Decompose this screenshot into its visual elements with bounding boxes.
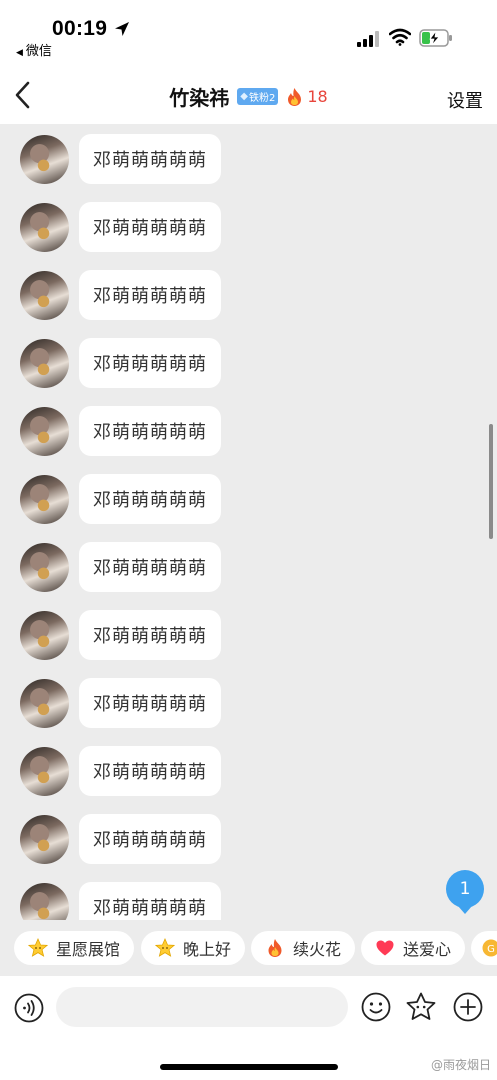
message-row: 邓萌萌萌萌萌 bbox=[20, 746, 280, 796]
message-row: 邓萌萌萌萌萌 bbox=[20, 882, 280, 920]
message-bubble[interactable]: 邓萌萌萌萌萌 bbox=[79, 474, 221, 524]
avatar[interactable] bbox=[20, 407, 69, 456]
diamond-icon: ◆ bbox=[240, 91, 248, 102]
battery-charging-icon bbox=[419, 29, 452, 47]
message-bubble[interactable]: 邓萌萌萌萌萌 bbox=[79, 134, 221, 184]
message-row: 邓萌萌萌萌萌 bbox=[20, 542, 280, 592]
avatar[interactable] bbox=[20, 339, 69, 388]
cellular-signal-icon bbox=[357, 31, 379, 47]
message-row: 邓萌萌萌萌萌 bbox=[20, 202, 280, 252]
avatar[interactable] bbox=[20, 135, 69, 184]
avatar[interactable] bbox=[20, 543, 69, 592]
message-row: 邓萌萌萌萌萌 bbox=[20, 678, 280, 728]
gift-icon: G bbox=[482, 939, 497, 957]
message-bubble[interactable]: 邓萌萌萌萌萌 bbox=[79, 746, 221, 796]
favorite-sticker-icon[interactable] bbox=[405, 991, 437, 1023]
chat-title: 竹染祎 bbox=[169, 86, 230, 110]
message-row: 邓萌萌萌萌萌 bbox=[20, 338, 280, 388]
avatar[interactable] bbox=[20, 611, 69, 660]
message-row: 邓萌萌萌萌萌 bbox=[20, 270, 280, 320]
plus-icon[interactable] bbox=[453, 992, 483, 1022]
message-bubble[interactable]: 邓萌萌萌萌萌 bbox=[79, 406, 221, 456]
message-row: 邓萌萌萌萌萌 bbox=[20, 134, 280, 184]
svg-text:G: G bbox=[487, 944, 495, 955]
settings-button[interactable]: 设置 bbox=[447, 87, 483, 113]
message-bubble[interactable]: 邓萌萌萌萌萌 bbox=[79, 270, 221, 320]
fire-icon bbox=[288, 87, 302, 106]
chat-message-list[interactable]: 邓萌萌萌萌萌 邓萌萌萌萌萌 邓萌萌萌萌萌 邓萌萌萌萌萌 邓萌萌萌萌萌 邓萌萌萌萌萌 邓萌萌萌… bbox=[0, 124, 497, 920]
star-face-icon bbox=[155, 938, 175, 957]
back-triangle-icon: ◀ bbox=[16, 48, 23, 58]
emoji-icon[interactable] bbox=[361, 992, 391, 1022]
back-to-app-link[interactable]: ◀ 微信 bbox=[16, 40, 52, 59]
message-bubble[interactable]: 邓萌萌萌萌萌 bbox=[79, 542, 221, 592]
home-indicator[interactable] bbox=[160, 1064, 338, 1070]
message-bubble[interactable]: 邓萌萌萌萌萌 bbox=[79, 338, 221, 388]
quick-reply-chip[interactable]: 星愿展馆 bbox=[14, 931, 135, 965]
star-face-icon bbox=[28, 938, 48, 957]
message-bubble[interactable]: 邓萌萌萌萌萌 bbox=[79, 814, 221, 864]
status-time: 00:19 bbox=[52, 17, 108, 40]
fire-icon bbox=[268, 939, 282, 957]
fan-badge-label: 铁粉2 bbox=[248, 93, 276, 104]
message-bubble[interactable]: 邓萌萌萌萌萌 bbox=[79, 610, 221, 660]
quick-reply-label: 晚上好 bbox=[183, 940, 232, 959]
chat-header: 竹染祎 ◆ 铁粉2 18 设置 bbox=[0, 66, 497, 124]
message-row: 邓萌萌萌萌萌 bbox=[20, 610, 280, 660]
wifi-icon bbox=[389, 28, 411, 46]
heart-icon bbox=[376, 940, 394, 956]
quick-reply-label: 星愿展馆 bbox=[56, 940, 121, 959]
avatar[interactable] bbox=[20, 815, 69, 864]
message-bubble[interactable]: 邓萌萌萌萌萌 bbox=[79, 882, 221, 920]
message-row: 邓萌萌萌萌萌 bbox=[20, 814, 280, 864]
avatar[interactable] bbox=[20, 271, 69, 320]
chat-title-group[interactable]: 竹染祎 ◆ 铁粉2 18 bbox=[0, 82, 497, 111]
voice-icon[interactable] bbox=[14, 993, 44, 1023]
avatar[interactable] bbox=[20, 747, 69, 796]
message-bubble[interactable]: 邓萌萌萌萌萌 bbox=[79, 202, 221, 252]
message-row: 邓萌萌萌萌萌 bbox=[20, 474, 280, 524]
scrollbar[interactable] bbox=[489, 424, 493, 539]
message-row: 邓萌萌萌萌萌 bbox=[20, 406, 280, 456]
quick-reply-chip[interactable]: 送爱心 bbox=[361, 931, 466, 965]
quick-reply-chip[interactable]: G bbox=[471, 931, 497, 965]
unread-count-badge[interactable]: 1 bbox=[446, 870, 484, 914]
message-bubble[interactable]: 邓萌萌萌萌萌 bbox=[79, 678, 221, 728]
fire-streak-count: 18 bbox=[307, 87, 328, 106]
fan-level-badge: ◆ 铁粉2 bbox=[237, 88, 279, 105]
quick-reply-chip[interactable]: 晚上好 bbox=[141, 931, 246, 965]
message-input[interactable] bbox=[56, 987, 348, 1027]
avatar[interactable] bbox=[20, 679, 69, 728]
status-bar: 00:19 ◀ 微信 bbox=[0, 0, 497, 66]
avatar[interactable] bbox=[20, 883, 69, 920]
input-bar: @雨夜烟日 bbox=[0, 976, 497, 1080]
quick-reply-label: 续火花 bbox=[293, 940, 342, 959]
avatar[interactable] bbox=[20, 203, 69, 252]
location-arrow-icon bbox=[115, 22, 129, 36]
quick-reply-label: 送爱心 bbox=[403, 940, 452, 959]
quick-reply-bar: 星愿展馆 晚上好 续火花 送爱心 G bbox=[0, 920, 497, 976]
back-app-label: 微信 bbox=[25, 44, 52, 59]
avatar[interactable] bbox=[20, 475, 69, 524]
watermark: @雨夜烟日 bbox=[430, 1058, 491, 1072]
quick-reply-chip[interactable]: 续火花 bbox=[251, 931, 356, 965]
